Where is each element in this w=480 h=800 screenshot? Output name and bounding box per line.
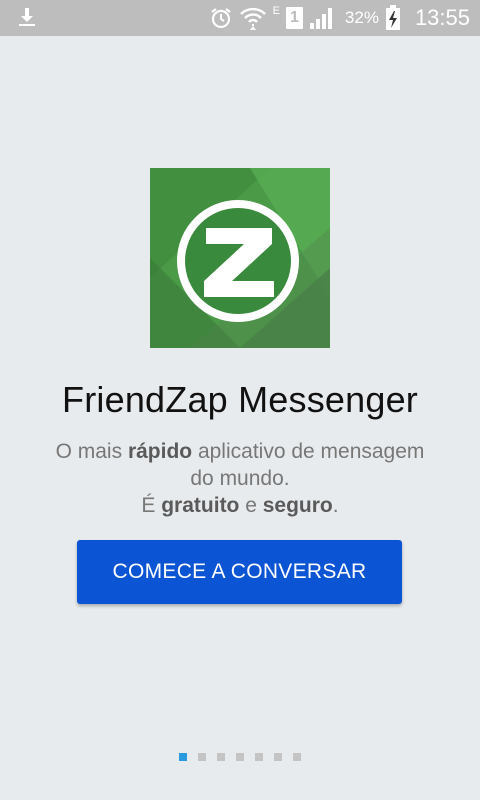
network-type: E: [272, 5, 280, 17]
tagline-text: .: [332, 494, 339, 517]
tagline-text: O mais: [55, 440, 128, 463]
clock: 13:55: [414, 5, 470, 30]
status-icons: E 1 32% 13:55: [209, 0, 470, 36]
page-dot[interactable]: [255, 753, 263, 761]
tagline-bold-secure: seguro: [262, 494, 333, 517]
page-dot[interactable]: [274, 753, 282, 761]
page-dot[interactable]: [236, 753, 244, 761]
download-icon: [16, 6, 38, 28]
page-indicator: [0, 753, 480, 761]
page-dot-active[interactable]: [179, 753, 187, 761]
battery-percent: 32%: [344, 8, 379, 27]
page-dot[interactable]: [217, 753, 225, 761]
tagline-text: e: [239, 494, 263, 517]
page-dot[interactable]: [293, 753, 301, 761]
wifi-icon: [239, 5, 267, 31]
app-logo: [150, 168, 330, 348]
tagline-line-1: O mais rápido aplicativo de mensagem: [20, 438, 460, 465]
welcome-screen: FriendZap Messenger O mais rápido aplica…: [0, 36, 480, 800]
battery-charging-icon: [385, 5, 401, 31]
tagline-line-3: É gratuito e seguro.: [20, 492, 460, 519]
tagline-bold-free: gratuito: [161, 494, 240, 517]
page-dot[interactable]: [198, 753, 206, 761]
start-conversation-button[interactable]: COMECE A CONVERSAR: [77, 540, 402, 604]
status-bar: E 1 32% 13:55: [0, 0, 480, 36]
alarm-icon: [209, 6, 233, 30]
tagline: O mais rápido aplicativo de mensagem do …: [20, 438, 460, 519]
tagline-line-2: do mundo.: [190, 467, 290, 490]
tagline-text: aplicativo de mensagem: [192, 440, 425, 463]
tagline-text: É: [141, 494, 162, 517]
sim-1-icon: 1: [285, 7, 303, 29]
app-title: FriendZap Messenger: [62, 379, 418, 420]
tagline-bold-fast: rápido: [127, 440, 193, 463]
signal-icon: [309, 6, 335, 30]
